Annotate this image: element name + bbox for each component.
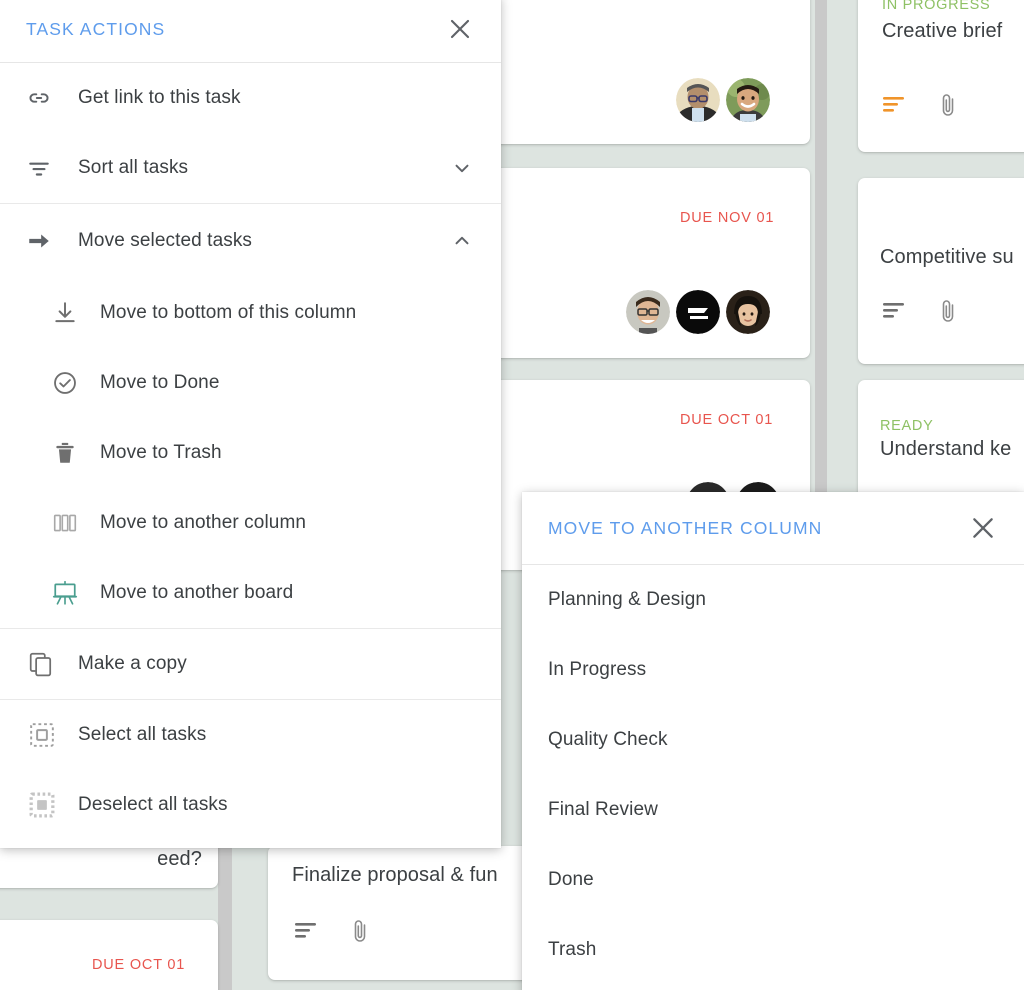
check-circle-icon — [52, 370, 78, 396]
card-title: Finalize proposal & fun — [292, 864, 498, 886]
attachment-icon — [350, 918, 370, 949]
menu-item-label: Move to another board — [100, 582, 294, 603]
link-icon — [26, 85, 52, 111]
chevron-up-icon[interactable] — [451, 230, 473, 252]
menu-item-move-to-trash[interactable]: Move to Trash — [0, 418, 501, 488]
arrow-right-icon — [26, 228, 52, 254]
menu-item-label: Move to Done — [100, 372, 220, 393]
task-actions-panel: TASK ACTIONS Get link to this task Sort … — [0, 0, 501, 848]
card-meta-icons — [294, 918, 370, 949]
menu-section-move: Move selected tasks Move to bottom of th… — [0, 204, 501, 629]
panel-title: MOVE TO ANOTHER COLUMN — [548, 517, 823, 538]
avatar-young-man-glasses[interactable] — [626, 290, 670, 334]
avatar-woman-dark-hair[interactable] — [726, 290, 770, 334]
menu-item-move-to-done[interactable]: Move to Done — [0, 348, 501, 418]
menu-item-label: Deselect all tasks — [78, 794, 228, 815]
trash-icon — [52, 440, 78, 466]
menu-item-label: Move to bottom of this column — [100, 302, 357, 323]
card-meta-icons — [882, 298, 958, 329]
menu-item-label: Move to Trash — [100, 442, 222, 463]
card-title: eed? — [157, 848, 202, 870]
column-option-planning-design[interactable]: Planning & Design — [522, 565, 1024, 635]
description-icon — [882, 301, 906, 326]
attachment-icon — [938, 298, 958, 329]
column-option-trash[interactable]: Trash — [522, 915, 1024, 985]
menu-item-label: Make a copy — [78, 653, 187, 674]
move-to-another-column-panel: MOVE TO ANOTHER COLUMN Planning & Design… — [522, 492, 1024, 990]
card-title: Understand ke — [880, 438, 1012, 460]
download-icon — [52, 300, 78, 326]
card-meta-icons — [882, 92, 958, 123]
select-all-icon — [29, 722, 55, 748]
card-creative-brief[interactable]: IN PROGRESS Creative brief — [858, 0, 1024, 152]
close-icon[interactable] — [966, 511, 1000, 545]
menu-item-label: Move selected tasks — [78, 230, 253, 251]
copy-icon — [28, 651, 54, 677]
screen: ideos? — [0, 0, 1024, 990]
avatar-logo-black[interactable] — [676, 290, 720, 334]
chevron-down-icon[interactable] — [451, 157, 473, 179]
card-status-badge: IN PROGRESS — [882, 0, 991, 13]
board-easel-icon — [52, 580, 78, 606]
menu-item-label: Get link to this task — [78, 87, 241, 108]
menu-item-select-all-tasks[interactable]: Select all tasks — [0, 700, 501, 770]
description-icon — [294, 921, 318, 946]
column-option-done[interactable]: Done — [522, 845, 1024, 915]
card-avatars — [676, 78, 770, 122]
deselect-all-icon — [29, 792, 55, 818]
card-competitive[interactable]: Competitive su — [858, 178, 1024, 364]
menu-item-move-to-another-column[interactable]: Move to another column — [0, 488, 501, 558]
menu-item-sort-all-tasks[interactable]: Sort all tasks — [0, 133, 501, 203]
description-icon-orange — [882, 95, 906, 120]
card-avatars — [626, 290, 770, 334]
columns-icon — [52, 510, 78, 536]
card-due-oct-left[interactable]: DUE OCT 01 — [0, 920, 218, 990]
task-actions-header: TASK ACTIONS — [0, 0, 501, 63]
menu-item-move-to-bottom[interactable]: Move to bottom of this column — [0, 278, 501, 348]
close-icon[interactable] — [443, 12, 477, 46]
card-due-date: DUE NOV 01 — [680, 210, 775, 226]
column-option-quality-check[interactable]: Quality Check — [522, 705, 1024, 775]
panel-title: TASK ACTIONS — [26, 18, 166, 39]
menu-item-deselect-all-tasks[interactable]: Deselect all tasks — [0, 770, 501, 840]
menu-item-label: Move to another column — [100, 512, 307, 533]
menu-item-label: Sort all tasks — [78, 157, 189, 178]
attachment-icon — [938, 92, 958, 123]
card-due-date: DUE OCT 01 — [92, 957, 186, 973]
column-option-final-review[interactable]: Final Review — [522, 775, 1024, 845]
menu-item-make-a-copy[interactable]: Make a copy — [0, 629, 501, 699]
sort-icon — [26, 155, 52, 181]
move-column-list: Planning & Design In Progress Quality Ch… — [522, 565, 1024, 985]
move-column-header: MOVE TO ANOTHER COLUMN — [522, 492, 1024, 565]
card-status-badge: READY — [880, 418, 934, 434]
card-title: Competitive su — [880, 246, 1014, 268]
menu-section-primary: Get link to this task Sort all tasks — [0, 63, 501, 204]
avatar-man-smiling[interactable] — [726, 78, 770, 122]
menu-item-label: Select all tasks — [78, 724, 207, 745]
menu-item-get-link[interactable]: Get link to this task — [0, 63, 501, 133]
menu-item-move-to-another-board[interactable]: Move to another board — [0, 558, 501, 628]
column-option-in-progress[interactable]: In Progress — [522, 635, 1024, 705]
card-due-date: DUE OCT 01 — [680, 412, 774, 428]
menu-section-select: Select all tasks Deselect all tasks — [0, 700, 501, 840]
avatar-man-glasses[interactable] — [676, 78, 720, 122]
menu-section-copy: Make a copy — [0, 629, 501, 700]
card-title: Creative brief — [882, 20, 1003, 42]
menu-item-move-selected-tasks[interactable]: Move selected tasks — [0, 204, 501, 278]
